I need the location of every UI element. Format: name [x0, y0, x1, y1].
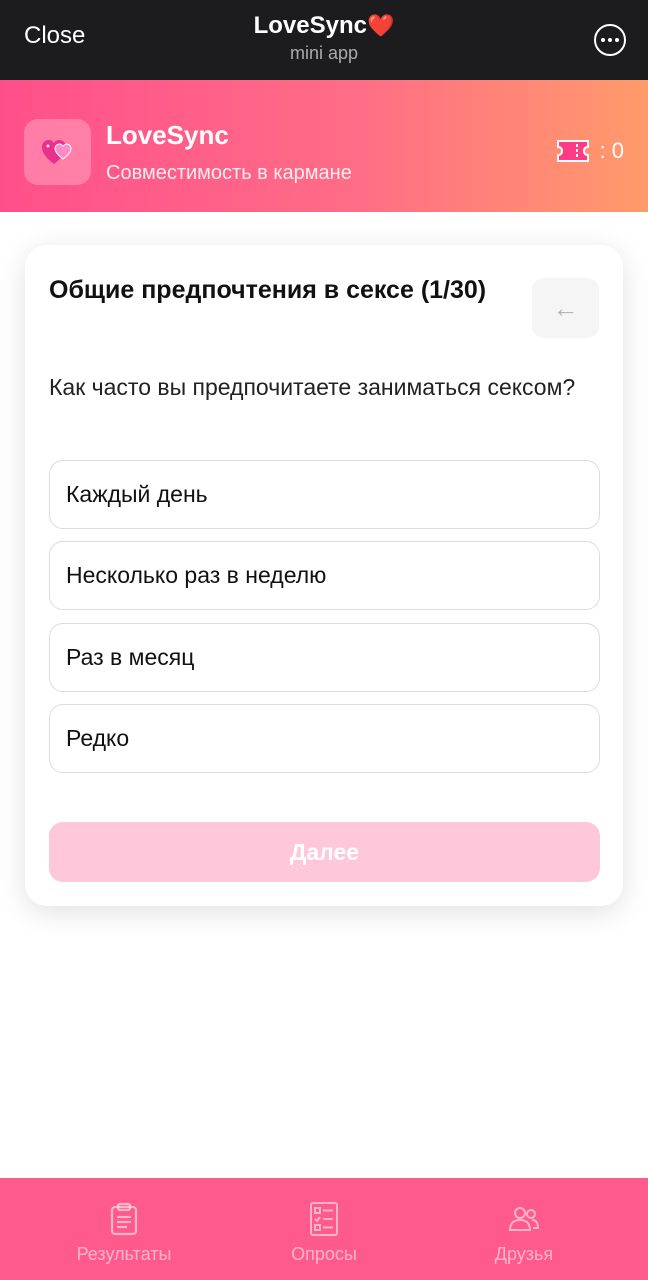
next-button[interactable]: Далее — [49, 822, 600, 882]
clipboard-icon — [110, 1202, 138, 1236]
quiz-card: Общие предпочтения в сексе (1/30) ← Как … — [25, 245, 623, 906]
arrow-left-icon: ← — [552, 292, 579, 323]
app-name: LoveSync — [106, 120, 229, 150]
tickets-counter[interactable]: : 0 — [556, 138, 624, 164]
quiz-title: Общие предпочтения в сексе (1/30) — [49, 276, 487, 304]
mini-app-subtitle: mini app — [289, 43, 359, 63]
nav-label-friends: Друзья — [494, 1244, 554, 1264]
answer-option[interactable]: Редко — [49, 704, 600, 773]
nav-item-results[interactable]: Результаты — [16, 1178, 232, 1280]
app-tagline: Совместимость в кармане — [106, 162, 352, 184]
more-dot-icon — [608, 38, 612, 42]
question-text: Как часто вы предпочитаете заниматься се… — [49, 374, 576, 400]
answer-option[interactable]: Раз в месяц — [49, 623, 600, 692]
mini-app-title: LoveSync❤️ — [0, 10, 648, 42]
nav-item-friends[interactable]: Друзья — [416, 1178, 632, 1280]
nav-item-surveys[interactable]: Опросы — [216, 1178, 432, 1280]
tickets-count: : 0 — [599, 138, 624, 163]
heart-icon: ❤️ — [366, 13, 395, 38]
checklist-icon — [310, 1202, 338, 1236]
answer-option[interactable]: Несколько раз в неделю — [49, 541, 600, 610]
mini-app-header: LoveSync❤️ mini app — [0, 10, 648, 64]
mini-app-title-text: LoveSync — [253, 12, 367, 39]
bottom-nav: Результаты Опросы Друзья — [0, 1178, 648, 1280]
app-header: LoveSync Совместимость в кармане : 0 — [0, 80, 648, 212]
app-logo — [24, 119, 91, 185]
hearts-icon — [41, 140, 72, 164]
more-dot-icon — [615, 38, 619, 42]
top-bar: Close LoveSync❤️ mini app — [0, 0, 648, 80]
users-icon — [508, 1207, 540, 1231]
back-button[interactable]: ← — [532, 278, 599, 338]
nav-label-surveys: Опросы — [291, 1244, 357, 1264]
answer-option[interactable]: Каждый день — [49, 460, 600, 529]
ticket-icon — [556, 140, 589, 162]
more-dot-icon — [601, 38, 605, 42]
nav-label-results: Результаты — [76, 1244, 172, 1264]
more-options-button[interactable] — [594, 24, 626, 56]
